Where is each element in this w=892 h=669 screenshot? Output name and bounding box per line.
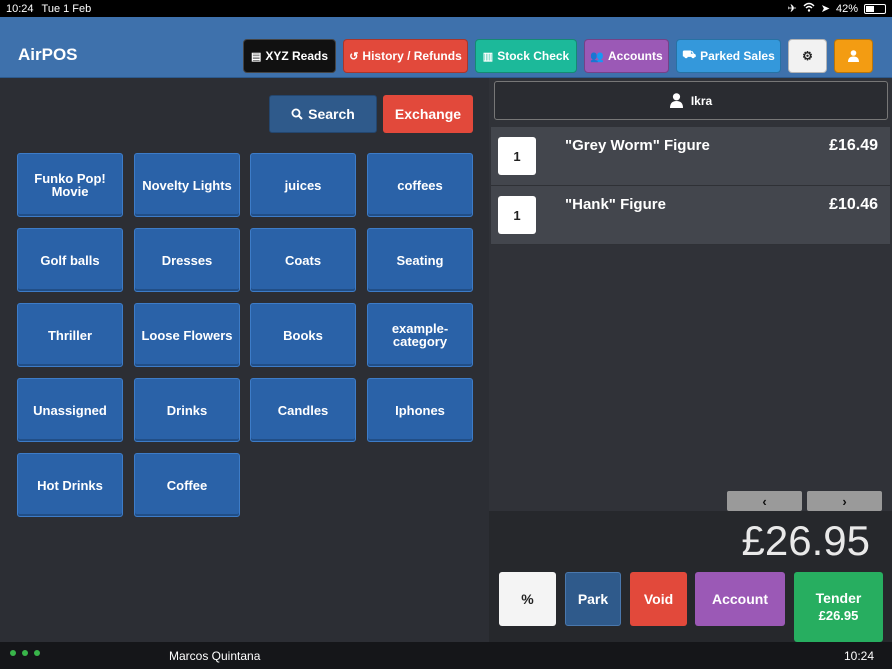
barcode-icon: ▥ — [482, 50, 494, 63]
category-button[interactable]: Loose Flowers — [134, 303, 240, 367]
car-icon: ⛟ — [682, 49, 697, 61]
category-button[interactable]: Drinks — [134, 378, 240, 442]
customer-button[interactable]: Ikra — [494, 81, 888, 120]
category-button[interactable]: Dresses — [134, 228, 240, 292]
user-icon — [669, 93, 683, 108]
category-button[interactable]: example-category — [367, 303, 473, 367]
accounts-button[interactable]: 👥 Accounts — [584, 39, 669, 73]
exchange-button[interactable]: Exchange — [383, 95, 473, 133]
status-time: 10:24 — [6, 2, 34, 15]
quantity-button[interactable]: 1 — [498, 196, 536, 234]
sale-panel: Ikra 1 "Grey Worm" Figure £16.49 1 "Hank… — [489, 78, 892, 642]
logged-in-user: Marcos Quintana — [169, 649, 261, 663]
quantity-button[interactable]: 1 — [498, 137, 536, 175]
user-button[interactable] — [834, 39, 873, 73]
chevron-left-icon: ‹ — [762, 493, 767, 509]
category-button[interactable]: Funko Pop! Movie — [17, 153, 123, 217]
sale-line[interactable]: 1 "Hank" Figure £10.46 — [491, 186, 890, 245]
category-button[interactable]: Coffee — [134, 453, 240, 517]
void-button[interactable]: Void — [630, 572, 687, 626]
line-item-price: £10.46 — [829, 196, 878, 213]
history-label: History / Refunds — [362, 49, 462, 63]
total-bar: £26.95 % Park Void Account Tender £26.95 — [489, 511, 892, 642]
connection-status-dots — [10, 650, 40, 656]
reads-icon: ▤ — [250, 50, 262, 63]
xyz-reads-label: XYZ Reads — [265, 49, 329, 63]
category-button[interactable]: Unassigned — [17, 378, 123, 442]
status-bar: 10:24 Tue 1 Feb ✈ ➤ 42% — [0, 0, 892, 17]
category-button[interactable]: Thriller — [17, 303, 123, 367]
category-button[interactable]: Novelty Lights — [134, 153, 240, 217]
next-page-button[interactable]: › — [807, 491, 882, 511]
status-dot — [22, 650, 28, 656]
wifi-icon — [803, 2, 815, 15]
stock-check-button[interactable]: ▥ Stock Check — [475, 39, 577, 73]
battery-percent: 42% — [835, 2, 858, 15]
status-dot — [34, 650, 40, 656]
app-title: AirPOS — [18, 45, 78, 64]
app-header: AirPOS ▤ XYZ Reads ↺ History / Refunds ▥… — [0, 17, 892, 78]
line-item-name: "Grey Worm" Figure — [565, 137, 710, 154]
user-icon — [848, 50, 859, 62]
stock-check-label: Stock Check — [497, 49, 570, 63]
chevron-right-icon: › — [842, 493, 847, 509]
account-button[interactable]: Account — [695, 572, 785, 626]
sale-lines: 1 "Grey Worm" Figure £16.49 1 "Hank" Fig… — [491, 127, 890, 245]
category-button[interactable]: Coats — [250, 228, 356, 292]
battery-icon — [864, 3, 886, 14]
prev-page-button[interactable]: ‹ — [727, 491, 802, 511]
category-button[interactable]: coffees — [367, 153, 473, 217]
category-button[interactable]: Seating — [367, 228, 473, 292]
search-button[interactable]: Search — [269, 95, 377, 133]
users-icon: 👥 — [590, 50, 604, 63]
gear-icon: ⚙ — [802, 49, 813, 63]
parked-sales-label: Parked Sales — [700, 49, 775, 63]
category-panel: Search Exchange Funko Pop! Movie Novelty … — [0, 78, 489, 642]
search-label: Search — [308, 106, 355, 122]
sale-line[interactable]: 1 "Grey Worm" Figure £16.49 — [491, 127, 890, 186]
location-icon: ➤ — [820, 3, 830, 15]
parked-sales-button[interactable]: ⛟ Parked Sales — [676, 39, 781, 73]
category-button[interactable]: Books — [250, 303, 356, 367]
accounts-label: Accounts — [608, 49, 663, 63]
line-item-name: "Hank" Figure — [565, 196, 666, 213]
category-button[interactable]: Golf balls — [17, 228, 123, 292]
xyz-reads-button[interactable]: ▤ XYZ Reads — [243, 39, 336, 73]
tender-label: Tender — [815, 590, 862, 606]
settings-button[interactable]: ⚙ — [788, 39, 827, 73]
clock: 10:24 — [843, 649, 874, 663]
tender-button[interactable]: Tender £26.95 — [794, 572, 883, 642]
bottom-bar: Marcos Quintana 10:24 — [0, 642, 892, 669]
status-date: Tue 1 Feb — [41, 2, 92, 15]
tender-amount: £26.95 — [818, 608, 859, 623]
category-button[interactable]: Hot Drinks — [17, 453, 123, 517]
line-item-price: £16.49 — [829, 137, 878, 154]
category-button[interactable]: Iphones — [367, 378, 473, 442]
customer-name: Ikra — [690, 93, 713, 108]
search-icon — [291, 108, 303, 120]
category-button[interactable]: juices — [250, 153, 356, 217]
airplane-icon: ✈ — [787, 3, 797, 15]
status-dot — [10, 650, 16, 656]
discount-button[interactable]: % — [499, 572, 556, 626]
history-icon: ↺ — [349, 50, 359, 63]
history-refunds-button[interactable]: ↺ History / Refunds — [343, 39, 468, 73]
sale-total: £26.95 — [741, 517, 870, 564]
category-button[interactable]: Candles — [250, 378, 356, 442]
park-button[interactable]: Park — [565, 572, 621, 626]
